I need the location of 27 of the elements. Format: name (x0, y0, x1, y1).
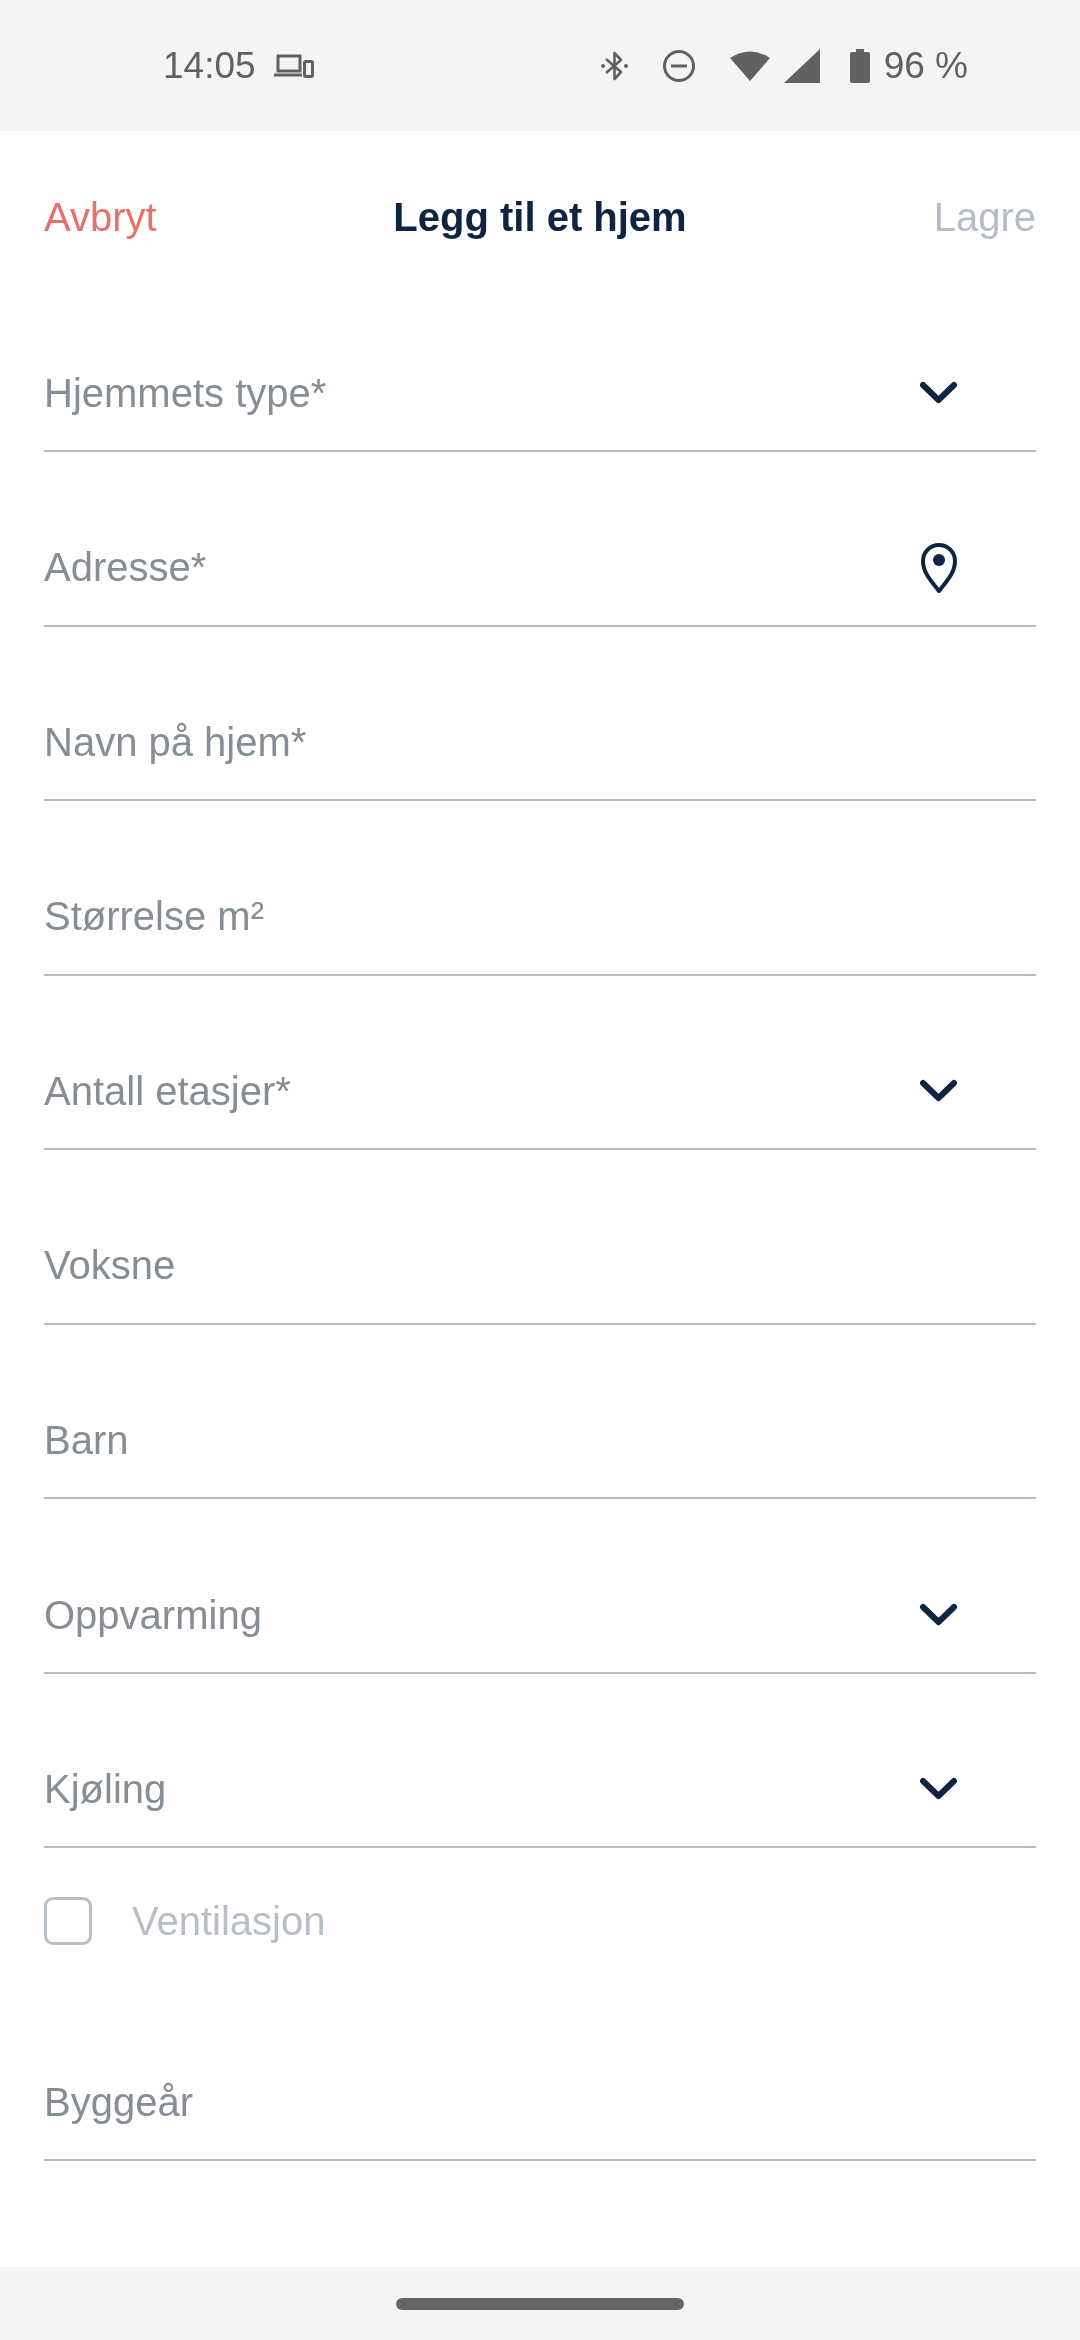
text-field[interactable]: Navn på hjem* (44, 685, 1036, 801)
address-field[interactable]: Adresse* (44, 510, 920, 625)
battery-percent: 96 % (883, 43, 968, 88)
clock-time: 14:05 (163, 43, 256, 88)
dropdown-field[interactable]: Hjemmets type* (44, 336, 1036, 452)
wifi-icon (729, 50, 770, 81)
chevron-down-icon (919, 381, 958, 405)
dropdown-field[interactable]: Antall etasjer* (44, 1034, 1036, 1150)
chevron-down-icon (919, 1079, 958, 1103)
text-field[interactable]: Byggeår (44, 2045, 1036, 2161)
text-field[interactable]: Størrelse m² (44, 859, 1036, 976)
signal-icon (783, 48, 820, 83)
devices-icon (273, 53, 314, 78)
text-field[interactable]: Barn (44, 1383, 1036, 1499)
battery-icon (849, 48, 870, 83)
dropdown-field[interactable]: Oppvarming (44, 1557, 1036, 1674)
chevron-down-icon (919, 1602, 958, 1627)
checkbox[interactable] (44, 1896, 92, 1945)
do-not-disturb-icon (661, 48, 696, 83)
checkbox-label: Ventilasjon (132, 1897, 326, 1945)
cancel-button[interactable]: Avbryt (44, 187, 244, 247)
home-handle[interactable] (396, 2297, 684, 2310)
dropdown-field[interactable]: Kjøling (44, 1732, 1036, 1848)
chevron-down-icon (919, 1777, 958, 1801)
page-title: Legg til et hjem (393, 194, 687, 241)
location-pin-icon[interactable] (920, 541, 958, 594)
text-field[interactable]: Voksne (44, 1208, 1036, 1325)
